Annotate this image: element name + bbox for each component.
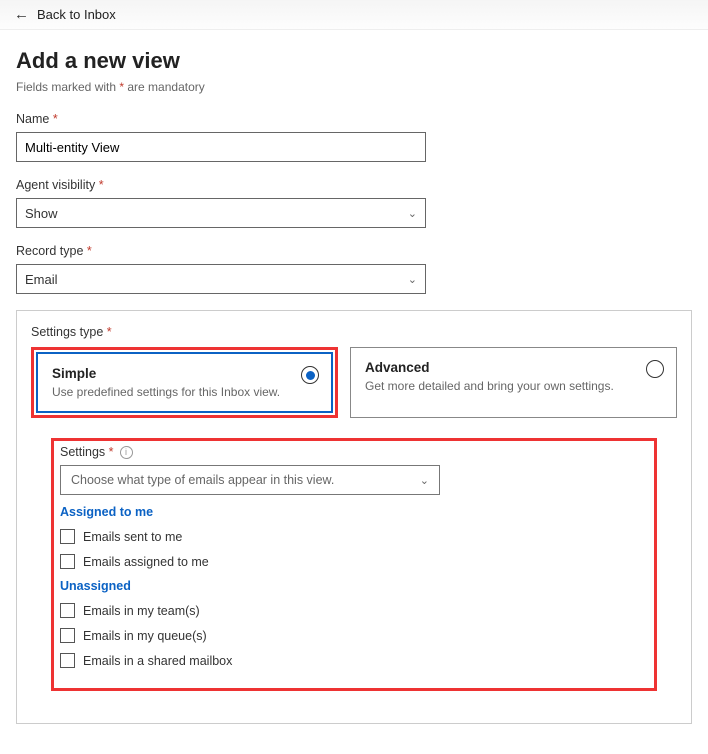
checkbox-icon xyxy=(60,529,75,544)
record-type-label: Record type * xyxy=(16,244,692,258)
option-emails-sent-to-me[interactable]: Emails sent to me xyxy=(60,529,648,544)
settings-type-panel: Settings type * Simple Use predefined se… xyxy=(16,310,692,724)
radio-unselected-icon xyxy=(646,360,664,378)
record-type-select[interactable]: Email ⌄ xyxy=(16,264,426,294)
checkbox-icon xyxy=(60,603,75,618)
name-label: Name * xyxy=(16,112,692,126)
settings-label: Settings * xyxy=(60,445,114,459)
mandatory-note: Fields marked with * are mandatory xyxy=(16,80,692,94)
option-emails-in-my-queues[interactable]: Emails in my queue(s) xyxy=(60,628,648,643)
back-to-inbox-link[interactable]: ← Back to Inbox xyxy=(0,0,708,30)
page-title: Add a new view xyxy=(16,48,692,74)
checkbox-icon xyxy=(60,628,75,643)
info-icon[interactable]: i xyxy=(120,446,133,459)
settings-type-advanced-card[interactable]: Advanced Get more detailed and bring you… xyxy=(350,347,677,418)
agent-visibility-label: Agent visibility * xyxy=(16,178,692,192)
settings-dropdown[interactable]: Choose what type of emails appear in thi… xyxy=(60,465,440,495)
radio-selected-icon xyxy=(301,366,319,384)
settings-type-simple-card[interactable]: Simple Use predefined settings for this … xyxy=(36,352,333,413)
agent-visibility-select[interactable]: Show ⌄ xyxy=(16,198,426,228)
checkbox-icon xyxy=(60,653,75,668)
settings-type-label: Settings type * xyxy=(31,325,677,339)
option-emails-assigned-to-me[interactable]: Emails assigned to me xyxy=(60,554,648,569)
option-emails-in-my-teams[interactable]: Emails in my team(s) xyxy=(60,603,648,618)
back-arrow-icon: ← xyxy=(14,6,29,23)
checkbox-icon xyxy=(60,554,75,569)
settings-dropdown-panel: Assigned to me Emails sent to me Emails … xyxy=(60,505,648,668)
chevron-down-icon: ⌄ xyxy=(408,273,417,286)
name-input[interactable] xyxy=(16,132,426,162)
chevron-down-icon: ⌄ xyxy=(408,207,417,220)
option-emails-in-shared-mailbox[interactable]: Emails in a shared mailbox xyxy=(60,653,648,668)
group-header-assigned: Assigned to me xyxy=(60,505,648,519)
chevron-down-icon: ⌄ xyxy=(420,474,429,487)
back-link-label: Back to Inbox xyxy=(37,7,116,22)
group-header-unassigned: Unassigned xyxy=(60,579,648,593)
